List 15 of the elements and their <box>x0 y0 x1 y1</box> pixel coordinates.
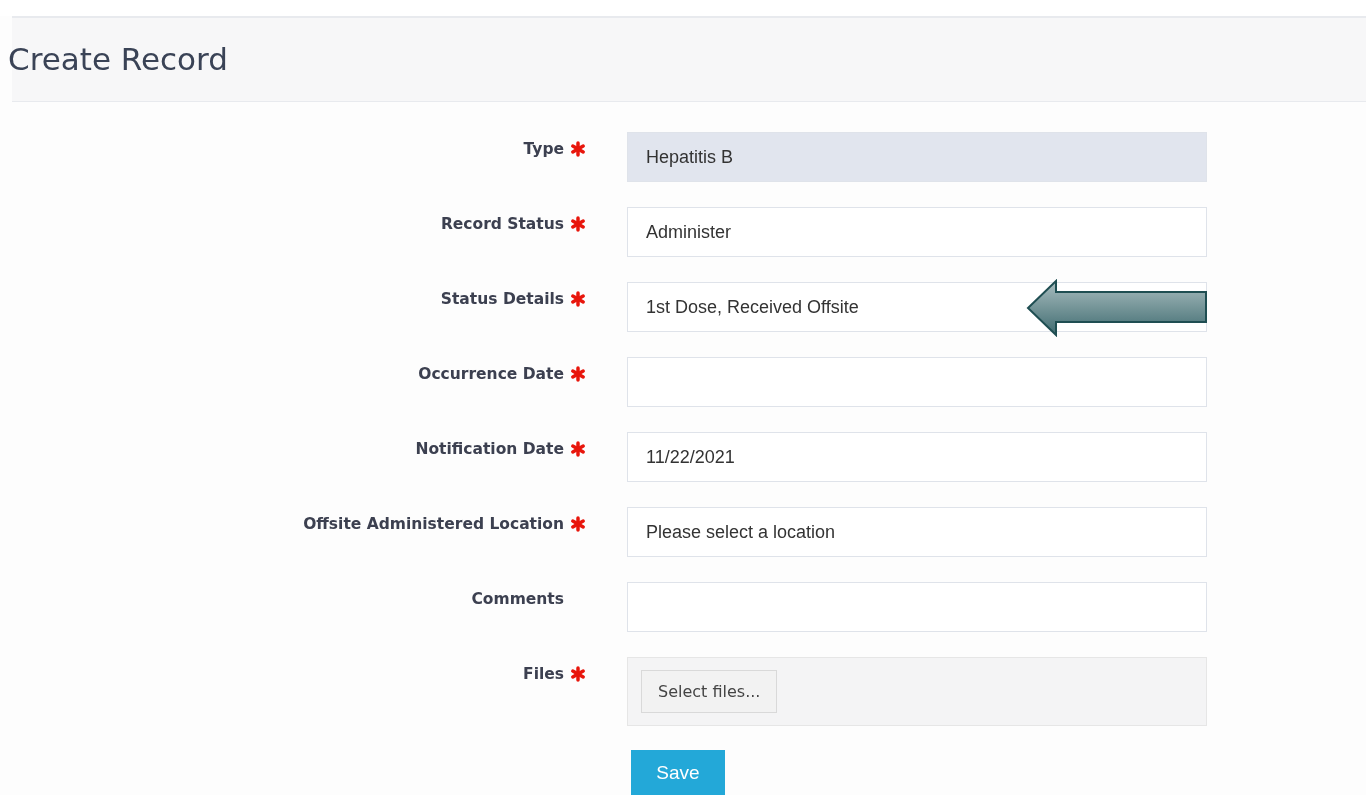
input-field[interactable]: Please select a location <box>627 507 1207 557</box>
input-field[interactable]: Administer <box>627 207 1207 257</box>
field-label: Comments <box>471 589 564 610</box>
select-files-button[interactable]: Select files... <box>641 670 778 713</box>
page-title: Create Record <box>8 40 228 80</box>
field-label: Type <box>523 139 564 160</box>
field-label: Files <box>523 664 564 685</box>
field-label: Status Details <box>440 289 564 310</box>
field-label: Notification Date <box>415 439 564 460</box>
field-label: Occurrence Date <box>418 364 564 385</box>
input-field[interactable] <box>627 582 1207 632</box>
field-label: Offsite Administered Location <box>303 514 564 535</box>
field-label: Record Status <box>440 214 564 235</box>
input-field[interactable]: 11/22/2021 <box>627 432 1207 482</box>
input-field[interactable] <box>627 357 1207 407</box>
